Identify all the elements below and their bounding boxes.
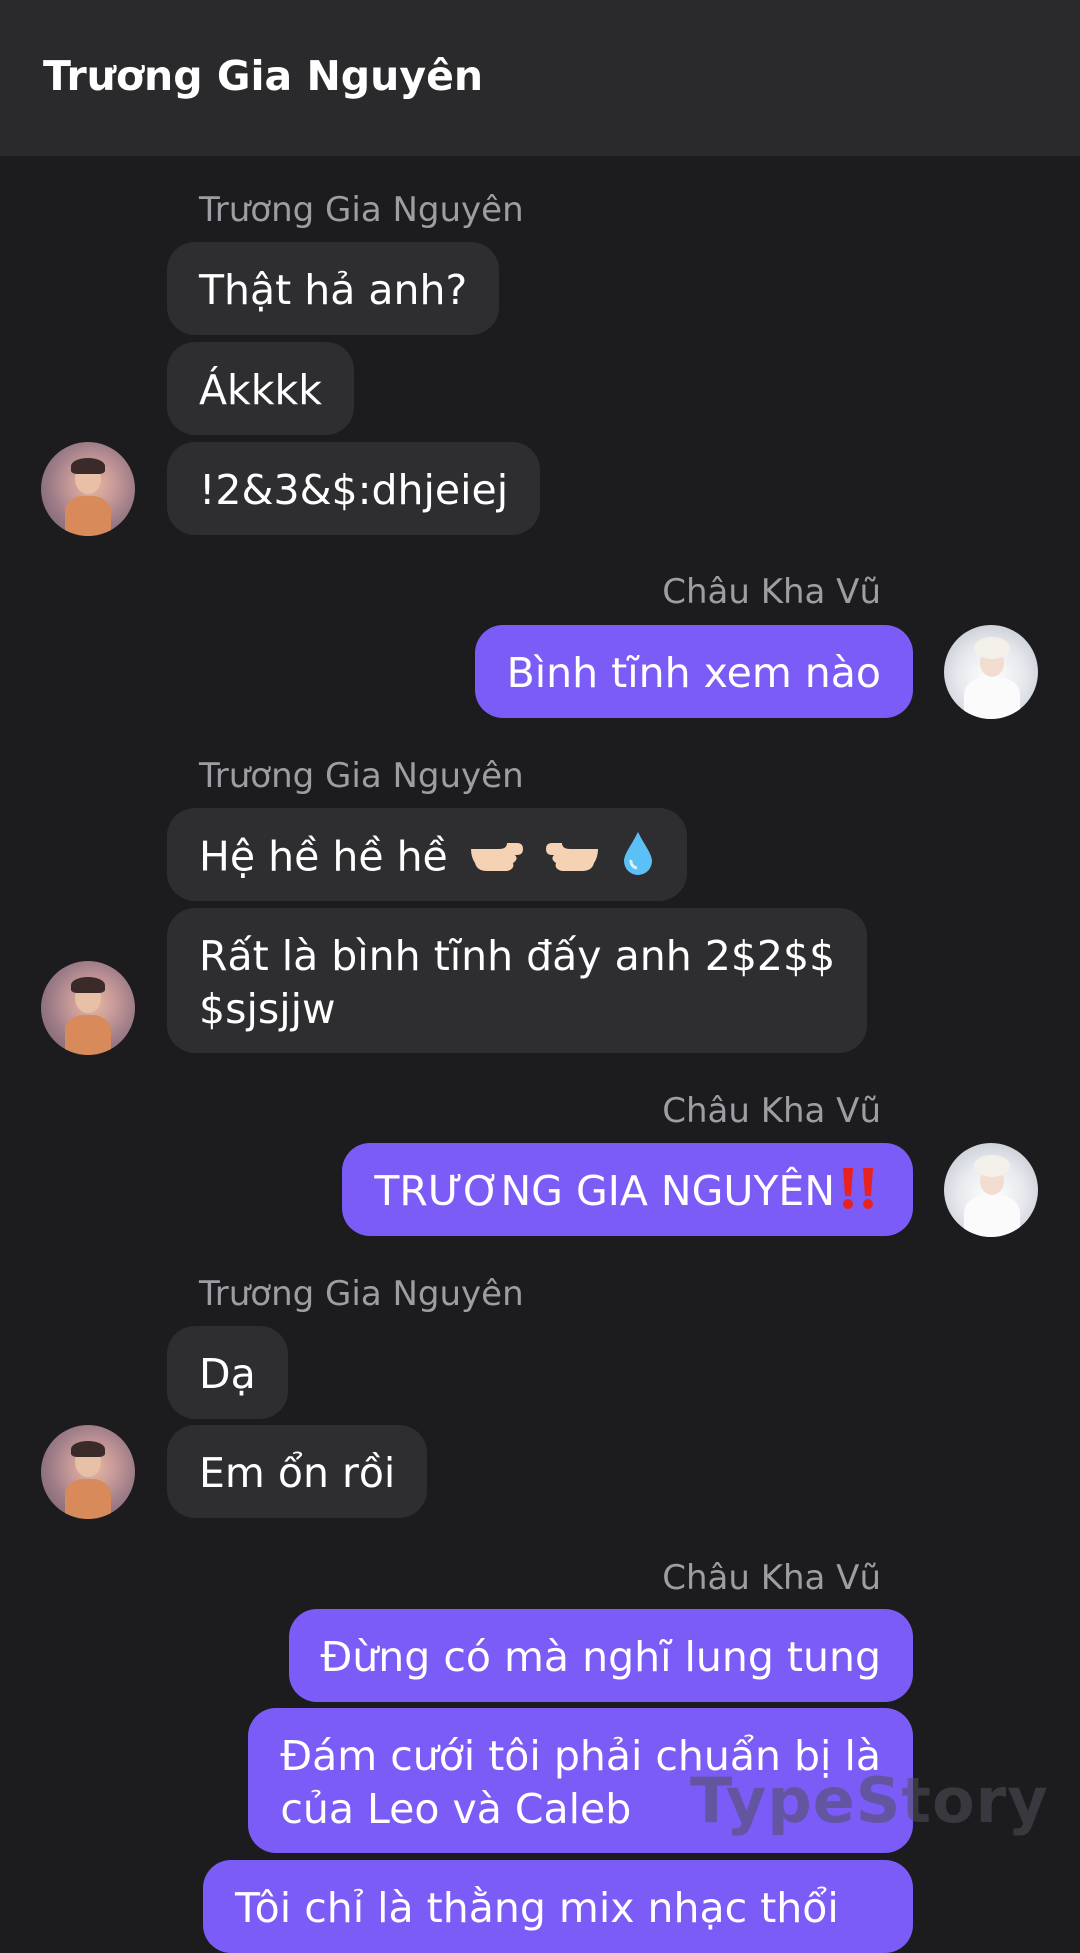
message-text: Dạ: [199, 1350, 256, 1398]
chat-header: Trương Gia Nguyên: [0, 0, 1080, 156]
point-right-icon: [467, 833, 525, 886]
message-text: Bình tĩnh xem nào: [506, 649, 881, 697]
sender-name: Trương Gia Nguyên: [199, 756, 524, 796]
sender-name: Trương Gia Nguyên: [199, 1274, 524, 1314]
point-left-icon: [544, 833, 602, 886]
message-bubble[interactable]: Bình tĩnh xem nào: [474, 625, 913, 718]
message-text: Ákkkk: [199, 366, 323, 414]
message-bubble[interactable]: Dạ: [167, 1326, 288, 1419]
chat-title: Trương Gia Nguyên: [43, 52, 484, 100]
message-text: Rất là bình tĩnh đấy anh 2$2$$: [199, 932, 836, 980]
sender-name: Châu Kha Vũ: [662, 1558, 881, 1598]
message-bubble[interactable]: Tôi chỉ là thằng mix nhạc thổi: [203, 1860, 913, 1953]
sender-name: Châu Kha Vũ: [662, 1091, 881, 1131]
message-text: Em ổn rồi: [199, 1449, 396, 1497]
message-bubble[interactable]: Rất là bình tĩnh đấy anh 2$2$$ $sjsjjw: [167, 908, 868, 1053]
message-bubble[interactable]: Đừng có mà nghĩ lung tung: [288, 1609, 913, 1702]
message-bubble[interactable]: Hệ hề hề hề: [167, 808, 687, 901]
message-bubble[interactable]: Ákkkk: [167, 342, 355, 435]
watermark-logo: TypeStory: [690, 1764, 1049, 1837]
message-bubble[interactable]: !2&3&$:dhjeiej: [167, 442, 541, 535]
avatar-truong-gia-nguyen[interactable]: [41, 442, 135, 536]
message-text: Đừng có mà nghĩ lung tung: [320, 1633, 881, 1681]
avatar-chau-kha-vu[interactable]: [944, 1143, 1038, 1237]
sender-name: Châu Kha Vũ: [662, 572, 881, 612]
message-text: !2&3&$:dhjeiej: [199, 466, 509, 514]
message-text: $sjsjjw: [199, 985, 336, 1033]
droplet-icon: [621, 830, 655, 889]
message-text: Hệ hề hề hề: [199, 832, 448, 881]
message-text: Tôi chỉ là thằng mix nhạc thổi: [235, 1884, 839, 1932]
message-text: TRƯƠNG GIA NGUYÊN: [374, 1167, 835, 1215]
message-bubble[interactable]: Em ổn rồi: [167, 1425, 428, 1518]
message-bubble[interactable]: TRƯƠNG GIA NGUYÊN: [342, 1143, 913, 1236]
message-text: Thật hả anh?: [199, 266, 468, 314]
avatar-truong-gia-nguyen[interactable]: [41, 1425, 135, 1519]
avatar-truong-gia-nguyen[interactable]: [41, 961, 135, 1055]
avatar-chau-kha-vu[interactable]: [944, 625, 1038, 719]
message-bubble[interactable]: Thật hả anh?: [167, 242, 500, 335]
sender-name: Trương Gia Nguyên: [199, 190, 524, 230]
double-exclamation-icon: [837, 1166, 881, 1223]
